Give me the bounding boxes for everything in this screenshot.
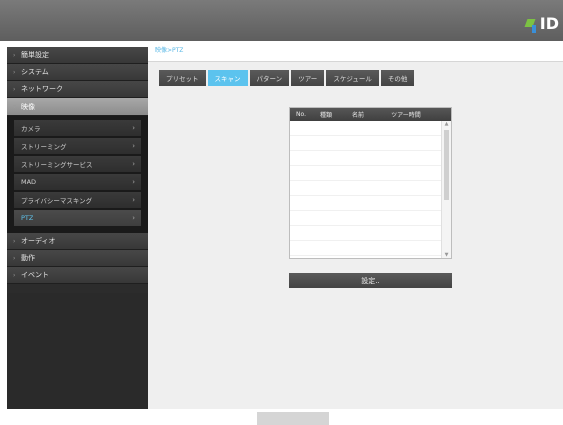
sidebar-item-label: イベント bbox=[21, 271, 49, 279]
submenu-item-streaming-service[interactable]: ストリーミングサービス › bbox=[14, 156, 141, 172]
submenu-item-label: PTZ bbox=[21, 214, 34, 222]
tab-other[interactable]: その他 bbox=[380, 70, 415, 86]
tab-label: その他 bbox=[387, 75, 408, 83]
sidebar-item-label: ネットワーク bbox=[21, 85, 63, 93]
tab-label: ツアー bbox=[298, 75, 318, 83]
scroll-up-icon[interactable]: ▲ bbox=[442, 121, 451, 127]
sidebar-item-event[interactable]: › イベント bbox=[7, 267, 148, 284]
submenu-item-camera[interactable]: カメラ › bbox=[14, 120, 141, 136]
tab-preset[interactable]: プリセット bbox=[159, 70, 206, 86]
chevron-right-icon: › bbox=[13, 51, 16, 59]
logo-text: ID bbox=[539, 14, 559, 33]
table-row[interactable] bbox=[290, 181, 442, 196]
chevron-right-icon: › bbox=[132, 196, 135, 204]
submenu-item-label: ストリーミングサービス bbox=[21, 161, 93, 169]
sidebar-item-label: システム bbox=[21, 68, 49, 76]
scroll-down-icon[interactable]: ▼ bbox=[442, 252, 451, 258]
scrollbar-thumb[interactable] bbox=[444, 130, 449, 200]
table-row[interactable] bbox=[290, 121, 442, 136]
tab-scan[interactable]: スキャン bbox=[207, 70, 248, 86]
sidebar-item-quick-setup[interactable]: › 簡単設定 bbox=[7, 47, 148, 64]
tab-tour[interactable]: ツアー bbox=[291, 70, 325, 86]
submenu-item-streaming[interactable]: ストリーミング › bbox=[14, 138, 141, 154]
table-header: No. 種類 名前 ツアー時間 bbox=[290, 108, 451, 121]
submenu-item-label: プライバシーマスキング bbox=[21, 197, 93, 205]
sidebar: › 簡単設定 › システム › ネットワーク ▾ 映像 カメラ › ストリーミング › スト… bbox=[7, 47, 148, 409]
chevron-right-icon: › bbox=[132, 142, 135, 150]
table-row[interactable] bbox=[290, 211, 442, 226]
tab-pattern[interactable]: パターン bbox=[249, 70, 290, 86]
sidebar-empty-area bbox=[7, 293, 148, 409]
submenu-item-label: カメラ bbox=[21, 125, 41, 133]
tab-label: プリセット bbox=[166, 75, 199, 83]
set-button[interactable]: 設定.. bbox=[289, 273, 452, 288]
vertical-scrollbar[interactable]: ▲ ▼ bbox=[441, 121, 451, 258]
logo-mark-icon bbox=[524, 19, 538, 33]
submenu-item-privacy-masking[interactable]: プライバシーマスキング › bbox=[14, 192, 141, 208]
tab-label: スケジュール bbox=[333, 75, 372, 83]
column-header-no[interactable]: No. bbox=[290, 111, 312, 118]
table-row[interactable] bbox=[290, 136, 442, 151]
sidebar-item-video[interactable]: ▾ 映像 bbox=[7, 98, 148, 116]
tab-label: スキャン bbox=[214, 75, 241, 83]
submenu-item-label: ストリーミング bbox=[21, 143, 67, 151]
table-row[interactable] bbox=[290, 151, 442, 166]
table-row[interactable] bbox=[290, 241, 442, 256]
tab-label: パターン bbox=[256, 75, 283, 83]
tab-bar: プリセット スキャン パターン ツアー スケジュール その他 bbox=[159, 70, 415, 86]
sidebar-item-audio[interactable]: › オーディオ bbox=[7, 233, 148, 250]
top-bar: ID bbox=[0, 0, 563, 41]
chevron-right-icon: › bbox=[13, 68, 16, 76]
video-submenu: カメラ › ストリーミング › ストリーミングサービス › MAD › プライバシーマス… bbox=[7, 116, 148, 233]
sidebar-item-label: オーディオ bbox=[21, 237, 56, 245]
table-body bbox=[290, 121, 442, 258]
breadcrumb: 映像>PTZ bbox=[155, 47, 184, 54]
submenu-item-label: MAD bbox=[21, 178, 37, 186]
bottom-apply-button[interactable] bbox=[257, 412, 329, 425]
sidebar-item-network[interactable]: › ネットワーク bbox=[7, 81, 148, 98]
sidebar-item-system[interactable]: › システム bbox=[7, 64, 148, 81]
submenu-item-mad[interactable]: MAD › bbox=[14, 174, 141, 190]
brand-logo: ID bbox=[524, 9, 559, 33]
set-button-label: 設定.. bbox=[361, 276, 380, 285]
sidebar-item-label: 映像 bbox=[21, 102, 35, 111]
scan-list-panel: No. 種類 名前 ツアー時間 ▲ ▼ bbox=[289, 107, 452, 259]
table-row[interactable] bbox=[290, 166, 442, 181]
chevron-right-icon: › bbox=[13, 254, 16, 262]
chevron-right-icon: › bbox=[132, 178, 135, 186]
chevron-right-icon: › bbox=[13, 85, 16, 93]
column-header-tour-time[interactable]: ツアー時間 bbox=[376, 110, 436, 119]
chevron-right-icon: › bbox=[132, 124, 135, 132]
table-row[interactable] bbox=[290, 196, 442, 211]
submenu-item-ptz[interactable]: PTZ › bbox=[14, 210, 141, 226]
sidebar-item-label: 簡単設定 bbox=[21, 51, 49, 59]
column-header-type[interactable]: 種類 bbox=[312, 110, 340, 119]
chevron-right-icon: › bbox=[132, 160, 135, 168]
sidebar-item-label: 動作 bbox=[21, 254, 35, 262]
sidebar-item-motion[interactable]: › 動作 bbox=[7, 250, 148, 267]
chevron-right-icon: › bbox=[13, 237, 16, 245]
table-row[interactable] bbox=[290, 226, 442, 241]
column-header-name[interactable]: 名前 bbox=[340, 110, 376, 119]
chevron-down-icon: ▾ bbox=[13, 103, 17, 110]
chevron-right-icon: › bbox=[13, 271, 16, 279]
tab-schedule[interactable]: スケジュール bbox=[326, 70, 379, 86]
chevron-right-icon: › bbox=[132, 214, 135, 222]
breadcrumb-bar: 映像>PTZ bbox=[148, 41, 563, 62]
